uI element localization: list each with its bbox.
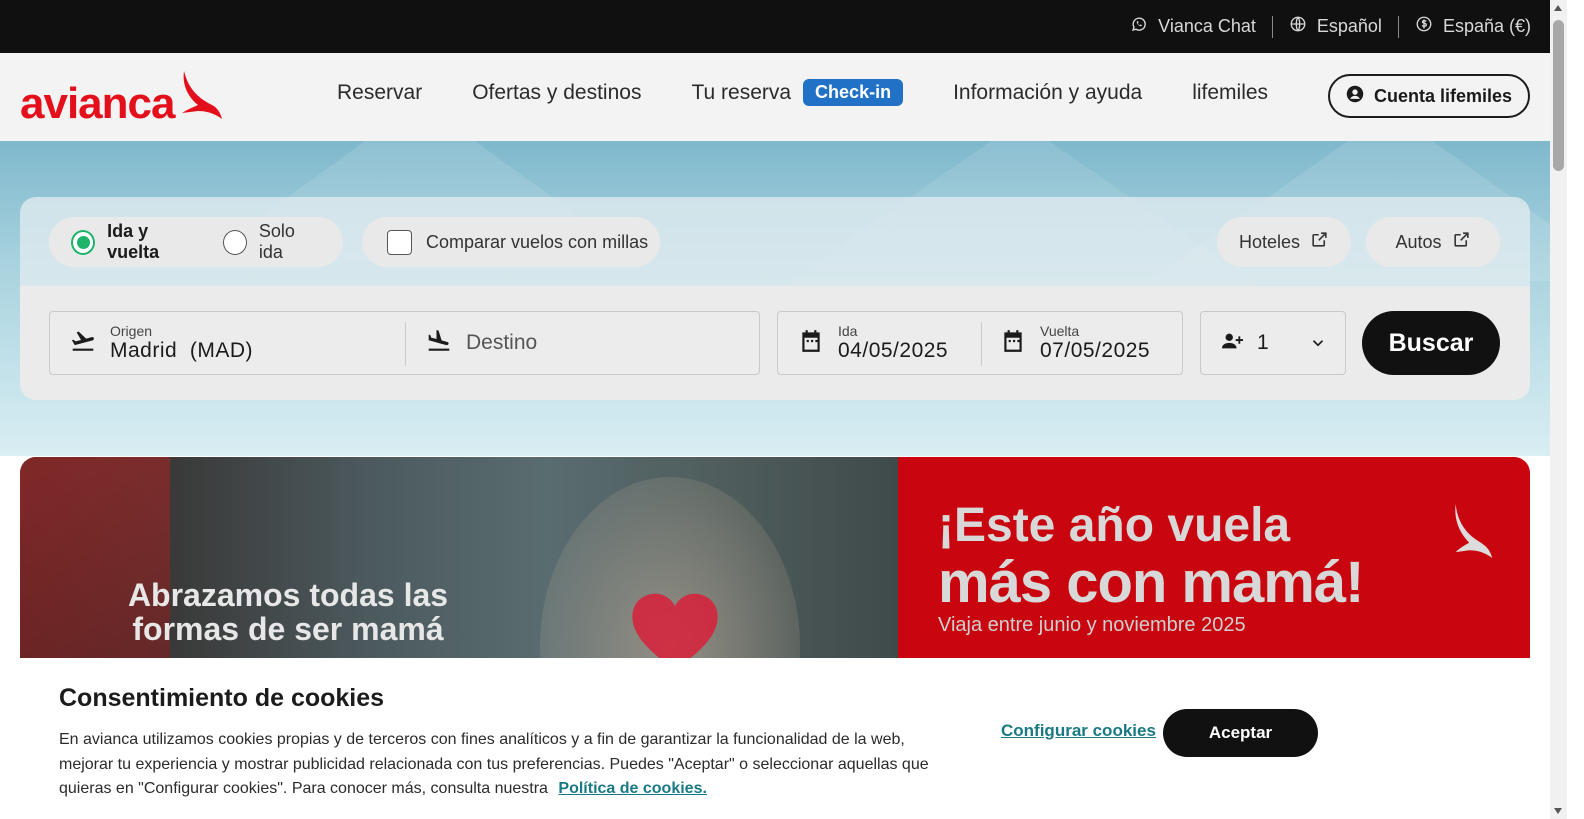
return-label: Vuelta	[1040, 322, 1080, 339]
search-button[interactable]: Buscar	[1362, 311, 1500, 375]
user-circle-icon	[1346, 85, 1364, 108]
nav-tu-reserva-label: Tu reserva	[691, 80, 792, 104]
destination-placeholder: Destino	[466, 331, 538, 354]
checkin-badge[interactable]: Check-in	[803, 79, 904, 106]
trip-round-label: Ida y vuelta	[107, 221, 160, 262]
globe-icon	[1289, 15, 1307, 38]
plane-landing-icon	[426, 328, 452, 359]
origin-label: Origen	[110, 322, 153, 339]
language-label: Español	[1316, 16, 1382, 36]
cookie-consent-banner: Consentimiento de cookies En avianca uti…	[0, 658, 1550, 819]
return-date-field[interactable]: Vuelta 07/05/2025	[1000, 312, 1150, 374]
compare-miles-option[interactable]: Comparar vuelos con millas	[362, 217, 660, 267]
calendar-icon	[798, 328, 824, 359]
scrollbar-thumb[interactable]	[1553, 20, 1564, 171]
chevron-down-icon	[1309, 312, 1327, 374]
nav-lifemiles[interactable]: lifemiles	[1192, 81, 1268, 105]
region-selector[interactable]: España (€)	[1399, 15, 1547, 38]
language-selector[interactable]: Español	[1273, 15, 1398, 38]
radio-selected[interactable]	[71, 229, 96, 255]
divider	[405, 322, 406, 366]
trip-oneway-option[interactable]: Solo ida	[222, 221, 321, 263]
origin-value: Madrid (MAD)	[110, 338, 254, 362]
cookie-title: Consentimiento de cookies	[59, 684, 385, 712]
bird-logo-icon	[174, 69, 224, 126]
accept-cookies-button[interactable]: Aceptar	[1163, 709, 1318, 757]
currency-icon	[1415, 15, 1433, 38]
trip-type-selector: Ida y vuelta Solo ida	[49, 217, 343, 267]
nav-tu-reserva[interactable]: Tu reserva Check-in	[691, 79, 904, 106]
main-navigation: avianca Reservar Ofertas y destinos Tu r…	[0, 53, 1567, 141]
date-fields: Ida 04/05/2025 Vuelta 07/05/2025	[777, 311, 1183, 375]
bird-logo-icon	[1455, 504, 1493, 558]
origin-field[interactable]: Origen Madrid (MAD)	[70, 312, 253, 374]
account-label: Cuenta lifemiles	[1373, 85, 1513, 106]
divider	[981, 322, 982, 366]
configure-cookies-link[interactable]: Configurar cookies	[1001, 721, 1156, 741]
add-person-icon	[1221, 330, 1243, 357]
compare-miles-label: Comparar vuelos con millas	[426, 231, 649, 252]
calendar-icon	[1000, 328, 1026, 359]
promo-headline-line-1: ¡Este año vuela	[938, 499, 1291, 552]
scroll-up-arrow-icon[interactable]	[1554, 5, 1562, 11]
external-link-icon	[1310, 230, 1329, 254]
depart-value: 04/05/2025	[838, 338, 949, 362]
nav-informacion-ayuda[interactable]: Información y ayuda	[953, 81, 1142, 105]
region-label: España (€)	[1442, 16, 1531, 36]
compare-miles-checkbox[interactable]	[387, 229, 412, 255]
logo-wordmark: avianca	[20, 79, 175, 128]
promo-subline: Viaja entre junio y noviembre 2025	[938, 614, 1246, 636]
trip-round-option[interactable]: Ida y vuelta	[71, 221, 201, 263]
nav-reservar[interactable]: Reservar	[337, 81, 422, 105]
external-link-icon	[1452, 230, 1471, 254]
lifemiles-account-button[interactable]: Cuenta lifemiles	[1328, 74, 1530, 118]
vianca-chat-link[interactable]: Vianca Chat	[1114, 15, 1272, 38]
avianca-logo[interactable]: avianca	[20, 69, 224, 126]
cookie-body: En avianca utilizamos cookies propias y …	[59, 728, 939, 802]
promo-headline-line-2: más con mamá!	[938, 550, 1364, 615]
passenger-field: 1	[1221, 312, 1269, 374]
vianca-chat-label: Vianca Chat	[1158, 16, 1256, 36]
return-value: 07/05/2025	[1040, 338, 1151, 362]
hotels-label: Hoteles	[1238, 231, 1301, 252]
depart-date-field[interactable]: Ida 04/05/2025	[798, 312, 948, 374]
cookie-body-text: En avianca utilizamos cookies propias y …	[59, 731, 929, 797]
nav-links: Reservar Ofertas y destinos Tu reserva C…	[337, 79, 1318, 106]
depart-label: Ida	[838, 322, 858, 339]
scroll-down-arrow-icon[interactable]	[1554, 808, 1562, 814]
nav-ofertas-destinos[interactable]: Ofertas y destinos	[472, 81, 641, 105]
passenger-count: 1	[1257, 331, 1270, 354]
page-scrollbar[interactable]	[1550, 0, 1567, 819]
radio-unselected[interactable]	[222, 229, 247, 255]
passenger-selector[interactable]: 1	[1200, 311, 1346, 375]
cars-button[interactable]: Autos	[1366, 217, 1500, 267]
cars-label: Autos	[1395, 231, 1442, 252]
plane-takeoff-icon	[70, 328, 96, 359]
search-fields-panel: Origen Madrid (MAD) Destino Ida 04/05/20…	[20, 286, 1530, 400]
hotels-button[interactable]: Hoteles	[1217, 217, 1351, 267]
flight-search-card: Ida y vuelta Solo ida Comparar vuelos co…	[20, 197, 1530, 400]
destination-field[interactable]: Destino	[426, 312, 537, 374]
utility-bar: Vianca Chat Español España (€)	[0, 0, 1567, 53]
whatsapp-icon	[1130, 15, 1148, 38]
route-fields: Origen Madrid (MAD) Destino	[49, 311, 760, 375]
promo-photo-caption: Abrazamos todas las formas de ser mamá	[127, 577, 449, 647]
cookie-policy-link[interactable]: Política de cookies.	[558, 780, 707, 797]
trip-oneway-label: Solo ida	[258, 221, 295, 262]
